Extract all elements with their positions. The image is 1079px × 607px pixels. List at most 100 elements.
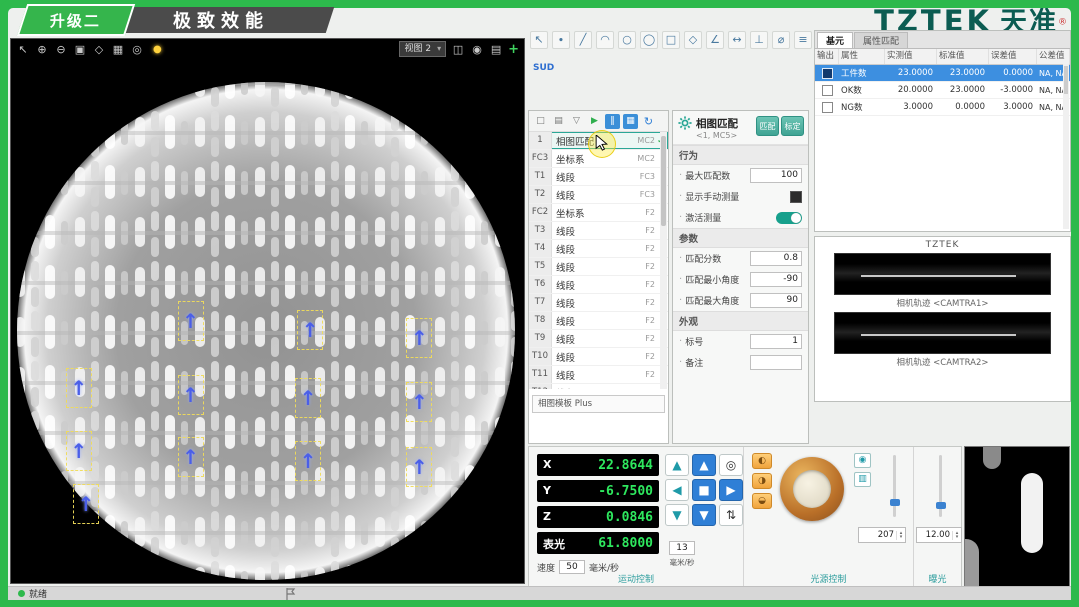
program-row[interactable]: T7 线段 F2 ✓ — [529, 294, 668, 312]
coax-light-icon[interactable]: ◑ — [752, 473, 772, 489]
match-marker[interactable]: ↑ — [406, 318, 432, 358]
list-icon[interactable]: ≡ — [794, 31, 812, 49]
match-marker[interactable]: ↑ — [178, 375, 204, 415]
results-tab[interactable]: 属性匹配 — [854, 32, 908, 48]
exposure-value-spinner[interactable]: 12.00▴▾ — [916, 527, 962, 543]
open-icon[interactable]: ▤ — [551, 114, 566, 129]
program-row[interactable]: T6 线段 F2 ✓ — [529, 276, 668, 294]
slider-handle[interactable] — [936, 502, 946, 509]
output-checkbox[interactable] — [822, 102, 833, 113]
circle-icon[interactable]: ○ — [618, 31, 636, 49]
arc-icon[interactable]: ◠ — [596, 31, 614, 49]
field-input[interactable]: -90 — [750, 272, 802, 287]
program-row[interactable]: T11 线段 F2 ✓ — [529, 366, 668, 384]
stop-icon[interactable]: ■ — [692, 479, 716, 501]
match-marker[interactable]: ↑ — [406, 382, 432, 422]
exposure-slider[interactable] — [936, 455, 946, 517]
pause-icon[interactable]: ‖ — [605, 114, 620, 129]
perpendicular-icon[interactable]: ⊥ — [750, 31, 768, 49]
spinner-arrows-icon[interactable]: ▴▾ — [896, 531, 905, 540]
snapshot-icon[interactable]: ◉ — [470, 43, 484, 56]
trajectory-image[interactable] — [834, 312, 1051, 354]
pan-icon[interactable]: ◇ — [92, 43, 106, 56]
program-row[interactable]: FC3 坐标系 MC2 ✓ — [529, 150, 668, 168]
jog-down-icon[interactable]: ▼ — [665, 504, 689, 526]
calibrate-button[interactable]: 标定 — [781, 116, 804, 136]
select-icon[interactable]: ↖ — [530, 31, 548, 49]
match-marker[interactable]: ↑ — [297, 310, 323, 350]
match-marker[interactable]: ↑ — [66, 368, 92, 408]
scrollbar-thumb[interactable] — [661, 136, 666, 226]
table-icon[interactable]: ▦ — [623, 114, 638, 129]
run-icon[interactable]: ▶ — [587, 114, 602, 129]
trajectory-image[interactable] — [834, 253, 1051, 295]
match-marker[interactable]: ↑ — [406, 447, 432, 487]
joystick[interactable] — [780, 457, 844, 521]
program-row[interactable]: T9 线段 F2 ✓ — [529, 330, 668, 348]
template-footer[interactable]: 相图模板 Plus — [532, 395, 665, 413]
jog-down-fast-icon[interactable]: ▼ — [692, 504, 716, 526]
back-light-icon[interactable]: ◒ — [752, 493, 772, 509]
wafer-image[interactable]: ↑ ↑ ↑ ↑ ↑ ↑ ↑ ↑ ↑ ↑ ↑ ↑ — [11, 59, 524, 583]
slider-handle[interactable] — [890, 499, 900, 506]
spinner-arrows-icon[interactable]: ▴▾ — [952, 531, 961, 540]
program-row[interactable]: T5 线段 F2 ✓ — [529, 258, 668, 276]
match-marker[interactable]: ↑ — [178, 301, 204, 341]
program-row[interactable]: T1 线段 FC3 ✓ — [529, 168, 668, 186]
results-scrollbar[interactable] — [1063, 64, 1069, 229]
grid-icon[interactable]: ▦ — [111, 43, 125, 56]
diameter-icon[interactable]: ⌀ — [772, 31, 790, 49]
program-row[interactable]: T3 线段 F2 ✓ — [529, 222, 668, 240]
program-scrollbar[interactable] — [660, 132, 667, 389]
light-lock-icon[interactable]: ▥ — [854, 472, 871, 487]
point-icon[interactable]: ∙ — [552, 31, 570, 49]
distance-icon[interactable]: ↔ — [728, 31, 746, 49]
result-row[interactable]: 工件数 23.0000 23.0000 0.0000 NA, NA — [815, 65, 1070, 82]
field-input[interactable]: 100 — [750, 168, 802, 183]
new-icon[interactable]: □ — [533, 114, 548, 129]
results-tab[interactable]: 基元 — [817, 32, 853, 48]
camera-icon[interactable]: ◉ — [854, 453, 871, 468]
field-input[interactable]: 90 — [750, 293, 802, 308]
program-row[interactable]: T4 线段 F2 ✓ — [529, 240, 668, 258]
program-row[interactable]: T8 线段 F2 ✓ — [529, 312, 668, 330]
match-button[interactable]: 匹配 — [756, 116, 779, 136]
flag-icon[interactable] — [286, 588, 296, 603]
cursor-icon[interactable]: ↖ — [16, 43, 30, 56]
light-value-spinner[interactable]: 207▴▾ — [858, 527, 906, 543]
field-input[interactable]: 0.8 — [750, 251, 802, 266]
ring-light-icon[interactable]: ◐ — [752, 453, 772, 469]
match-marker[interactable]: ↑ — [73, 484, 99, 524]
field-input[interactable]: 1 — [750, 334, 802, 349]
field-checkbox[interactable] — [790, 191, 802, 203]
program-row[interactable]: T12 线段 F2 ✓ — [529, 384, 668, 389]
polygon-icon[interactable]: ◇ — [684, 31, 702, 49]
program-row[interactable]: T2 线段 FC3 ✓ — [529, 186, 668, 204]
program-row[interactable]: 1 相图匹配 MC2 ✓ — [529, 132, 668, 150]
crosshair-icon[interactable]: ◎ — [130, 43, 144, 56]
save-icon[interactable]: ▽ — [569, 114, 584, 129]
gear-icon[interactable]: ◎ — [719, 454, 743, 476]
joystick-knob[interactable] — [793, 470, 831, 508]
program-row[interactable]: T10 线段 F2 ✓ — [529, 348, 668, 366]
match-marker[interactable]: ↑ — [66, 431, 92, 471]
zoom-out-icon[interactable]: ⊖ — [54, 43, 68, 56]
add-icon[interactable]: + — [508, 42, 519, 57]
jog-up-fast-icon[interactable]: ▲ — [692, 454, 716, 476]
match-marker[interactable]: ↑ — [295, 378, 321, 418]
angle-icon[interactable]: ∠ — [706, 31, 724, 49]
result-row[interactable]: NG数 3.0000 0.0000 3.0000 NA, NA — [815, 99, 1070, 116]
light-slider[interactable] — [890, 455, 900, 517]
light-bulb-icon[interactable]: ● — [153, 44, 162, 55]
fit-view-icon[interactable]: ▣ — [73, 43, 87, 56]
ellipse-icon[interactable]: ◯ — [640, 31, 658, 49]
jog-up-icon[interactable]: ▲ — [665, 454, 689, 476]
layers-icon[interactable]: ▤ — [489, 43, 503, 56]
output-checkbox[interactable] — [822, 85, 833, 96]
line-icon[interactable]: ╱ — [574, 31, 592, 49]
z-axis-icon[interactable]: ⇅ — [719, 504, 743, 526]
jog-left-icon[interactable]: ◀ — [665, 479, 689, 501]
match-marker[interactable]: ↑ — [295, 441, 321, 481]
split-view-icon[interactable]: ◫ — [451, 43, 465, 56]
match-marker[interactable]: ↑ — [178, 437, 204, 477]
